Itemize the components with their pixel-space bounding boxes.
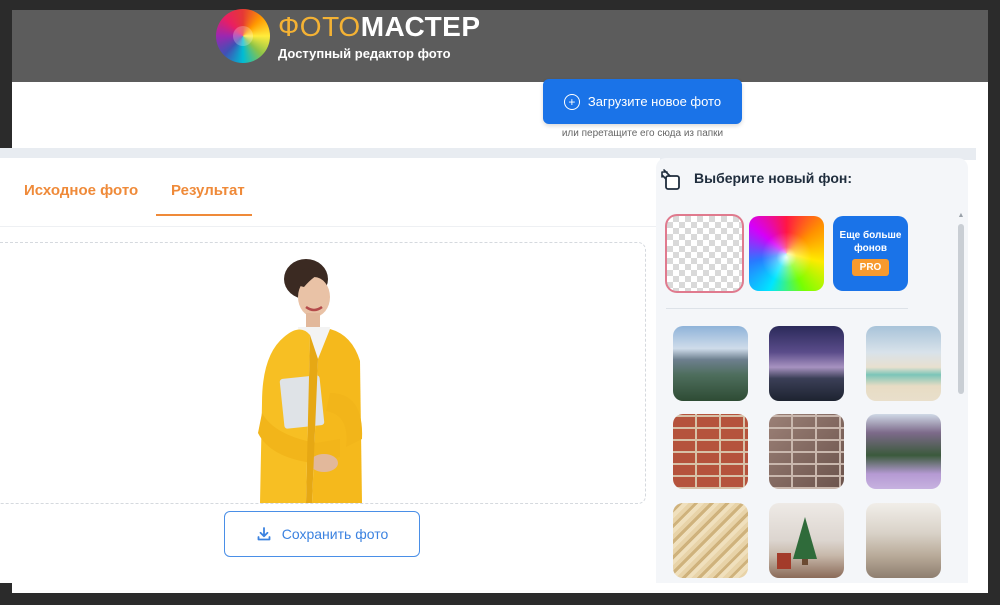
scrollbar-thumb[interactable] bbox=[958, 224, 964, 394]
more-backgrounds-button[interactable]: Еще больше фонов PRO bbox=[833, 216, 908, 291]
bg-tile-red-brick-wall[interactable] bbox=[673, 414, 748, 489]
upload-photo-button[interactable]: + Загрузите новое фото bbox=[543, 79, 742, 124]
header-bar bbox=[12, 10, 988, 82]
bg-tile-wheat-field[interactable] bbox=[673, 503, 748, 578]
active-tab-indicator bbox=[156, 214, 252, 216]
pro-badge: PRO bbox=[851, 259, 890, 276]
drop-hint: или перетащите его сюда из папки bbox=[561, 128, 724, 139]
save-photo-label: Сохранить фото bbox=[281, 526, 389, 542]
more-backgrounds-label: Еще больше фонов bbox=[839, 230, 902, 254]
woman-in-yellow-jacket-cutout bbox=[258, 259, 363, 503]
tab-original-photo[interactable]: Исходное фото bbox=[24, 182, 138, 199]
bg-tile-transparent[interactable] bbox=[667, 216, 742, 291]
bg-tile-starry-mountains[interactable] bbox=[769, 326, 844, 401]
layers-icon bbox=[661, 169, 680, 190]
tabs-divider bbox=[0, 226, 660, 227]
bg-tile-mountain-lake[interactable] bbox=[673, 326, 748, 401]
plus-circle-icon: + bbox=[563, 93, 580, 110]
rainbow-lens-logo-icon[interactable] bbox=[216, 9, 270, 63]
scroll-up-arrow-icon[interactable]: ▲ bbox=[957, 212, 965, 220]
bg-tile-tropical-beach[interactable] bbox=[866, 326, 941, 401]
bg-tile-bright-living-room[interactable] bbox=[866, 503, 941, 578]
brand-tagline: Доступный редактор фото bbox=[278, 46, 451, 61]
brand-part2: МАСТЕР bbox=[360, 11, 481, 42]
result-canvas bbox=[0, 242, 646, 504]
bg-tile-rainbow-gradient[interactable] bbox=[749, 216, 824, 291]
save-photo-button[interactable]: Сохранить фото bbox=[224, 511, 420, 557]
brand-name[interactable]: ФОТОМАСТЕР bbox=[278, 12, 481, 42]
bg-tile-grey-brick-wall[interactable] bbox=[769, 414, 844, 489]
panel-divider bbox=[666, 308, 908, 309]
christmas-tree-icon bbox=[777, 517, 817, 569]
tab-result[interactable]: Результат bbox=[171, 182, 245, 199]
brand-part1: ФОТО bbox=[278, 11, 361, 42]
bg-tile-christmas-living-room[interactable] bbox=[769, 503, 844, 578]
upload-photo-label: Загрузите новое фото bbox=[587, 94, 722, 109]
download-icon bbox=[257, 527, 271, 541]
panel-scrollbar[interactable]: ▲ bbox=[957, 212, 965, 583]
bg-tile-blooming-alley[interactable] bbox=[866, 414, 941, 489]
panel-title: Выберите новый фон: bbox=[694, 170, 852, 186]
